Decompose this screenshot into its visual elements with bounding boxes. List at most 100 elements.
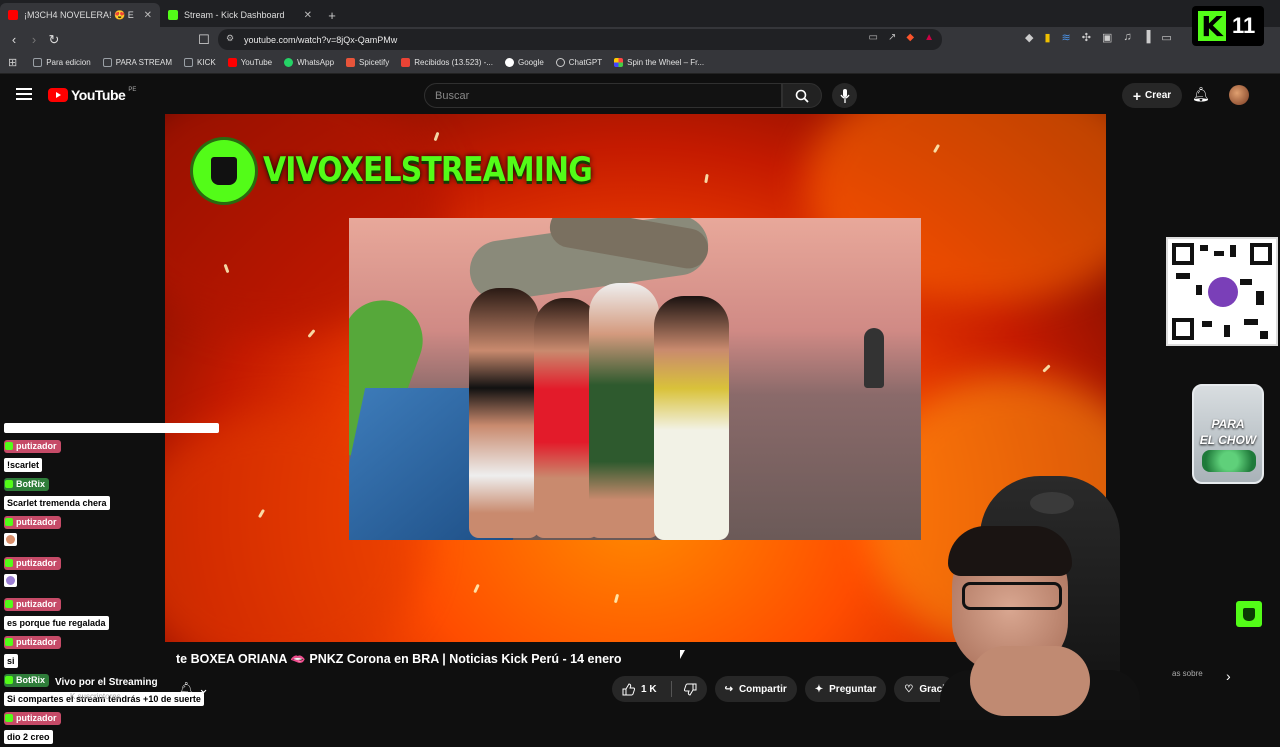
jar-coins-decoration [1202, 450, 1256, 472]
chat-message: BotRix Scarlet tremenda chera [4, 475, 224, 512]
folder-icon [33, 58, 43, 67]
kick-favicon-icon [168, 10, 178, 20]
cast-icon[interactable]: ▭ [869, 32, 878, 43]
forward-icon[interactable]: › [24, 30, 44, 50]
voice-search-button[interactable] [832, 83, 857, 108]
site-info-icon[interactable]: ⚙ [226, 33, 234, 44]
related-chip-label[interactable]: as sobre [1172, 669, 1203, 678]
pot-icon [211, 157, 237, 185]
youtube-play-icon [48, 88, 68, 102]
channel-logo [193, 140, 255, 202]
back-icon[interactable]: ‹ [4, 30, 24, 50]
avatar[interactable] [1229, 85, 1249, 105]
extension-icon[interactable]: ◆ [1025, 31, 1033, 44]
chat-text: si [4, 654, 18, 668]
person-figure [864, 328, 884, 388]
rewards-icon[interactable]: ▲ [924, 32, 934, 43]
chat-username: putizador [4, 515, 61, 529]
subscribe-bell-icon[interactable]: 🔔︎ ⌄ [178, 681, 209, 697]
youtube-logo[interactable]: YouTube PE [48, 87, 136, 103]
ask-button[interactable]: ✦ Preguntar [804, 676, 887, 702]
extension-icon[interactable]: ▣ [1102, 31, 1112, 44]
hamburger-menu-icon[interactable] [16, 88, 32, 100]
chat-username: putizador [4, 597, 61, 611]
streamer-webcam [900, 470, 1175, 720]
media-icon[interactable]: ♫ [1123, 31, 1131, 44]
close-tab-icon[interactable]: ✕ [144, 10, 152, 21]
bookmark-item[interactable]: ChatGPT [550, 58, 608, 67]
new-tab-icon[interactable]: + [320, 3, 344, 27]
kick-overlay-icon [1236, 601, 1262, 627]
bookmarks-bar: ⊞ Para edicion PARA STREAM KICK YouTube … [0, 52, 1280, 74]
chat-message: putizador es porque fue regalada [4, 595, 224, 632]
chat-text: !scarlet [4, 458, 43, 472]
browser-tab-bar: ¡M3CH4 NOVELERA! 😍 E ✕ Stream - Kick Das… [0, 0, 1280, 27]
search-button[interactable] [782, 83, 822, 108]
notifications-bell-icon[interactable]: 🔔︎ [1192, 86, 1210, 103]
tab-kick-dashboard[interactable]: Stream - Kick Dashboard ✕ [160, 3, 320, 27]
bookmark-page-icon[interactable]: ☐ [194, 30, 214, 50]
chat-username: putizador [4, 711, 61, 725]
chat-message: putizador [4, 554, 224, 594]
tab-title: Stream - Kick Dashboard [184, 10, 285, 20]
like-button[interactable]: 1 K [612, 676, 707, 702]
chat-username: BotRix [4, 477, 49, 491]
search-icon [795, 89, 809, 103]
extension-icon[interactable]: ▮ [1044, 31, 1050, 44]
spicetify-icon [346, 58, 356, 67]
glasses-icon [962, 582, 1062, 610]
yape-qr-code [1166, 237, 1278, 346]
chevron-right-icon[interactable]: › [1226, 668, 1231, 684]
mouse-cursor-icon [680, 650, 685, 659]
channel-name[interactable]: Vivo por el Streaming [55, 677, 158, 688]
youtube-header: YouTube PE Buscar + Crear 🔔︎ [0, 76, 1280, 114]
whatsapp-icon [284, 58, 294, 67]
bookmark-item[interactable]: Spicetify [340, 58, 395, 67]
donation-jar: PARA EL CHOW [1192, 384, 1264, 484]
ember-decoration [613, 593, 620, 604]
sidebar-icon[interactable]: ▐ [1143, 31, 1151, 44]
chat-username: putizador [4, 635, 61, 649]
share-icon[interactable]: ↗ [888, 32, 896, 43]
bookmark-item[interactable]: YouTube [222, 58, 278, 67]
extension-icon[interactable]: ≋ [1062, 31, 1071, 44]
reload-icon[interactable]: ↻ [44, 30, 64, 50]
extension-icon[interactable]: ▭ [1161, 31, 1171, 44]
chat-text: Scarlet tremenda chera [4, 496, 110, 510]
share-button[interactable]: ↪ Compartir [714, 676, 797, 702]
bookmark-item[interactable]: KICK [178, 58, 222, 67]
chat-username: putizador [4, 556, 61, 570]
gmail-icon [401, 58, 411, 67]
bookmark-item[interactable]: WhatsApp [278, 58, 340, 67]
chat-message: putizador !scarlet [4, 437, 224, 474]
microphone-icon [839, 88, 850, 103]
bookmark-item[interactable]: Para edicion [27, 58, 96, 67]
puzzle-icon[interactable]: ✣ [1082, 31, 1091, 44]
create-button[interactable]: + Crear [1122, 83, 1182, 108]
video-title: te BOXEA ORIANA 🫦 PNKZ Corona en BRA | N… [176, 652, 622, 666]
address-bar[interactable]: ⚙ youtube.com/watch?v=8jQx-QamPMw ▭ ↗ ◆ … [218, 29, 942, 50]
bookmark-item[interactable]: Google [499, 58, 550, 67]
jar-label: PARA EL CHOW [1199, 417, 1257, 447]
person-figure [589, 283, 659, 538]
chatgpt-icon [555, 58, 565, 67]
yape-logo-icon [1208, 277, 1238, 307]
apps-grid-icon[interactable]: ⊞ [8, 56, 17, 69]
folder-icon [102, 58, 112, 67]
ember-decoration [433, 131, 440, 142]
close-tab-icon[interactable]: ✕ [304, 10, 312, 21]
person-figure [654, 296, 729, 540]
ember-decoration [1042, 364, 1051, 373]
tab-youtube[interactable]: ¡M3CH4 NOVELERA! 😍 E ✕ [0, 3, 160, 27]
brave-shield-icon[interactable]: ◆ [906, 32, 914, 43]
chat-emote-icon [4, 533, 17, 546]
tab-title: ¡M3CH4 NOVELERA! 😍 E [24, 9, 134, 20]
youtube-icon [227, 58, 237, 67]
url-text: youtube.com/watch?v=8jQx-QamPMw [244, 34, 398, 45]
bookmark-item[interactable]: PARA STREAM [97, 58, 178, 67]
bookmark-item[interactable]: Recibidos (13.523) -... [395, 58, 499, 67]
search-input[interactable]: Buscar [424, 83, 782, 108]
thumbs-down-icon[interactable] [683, 683, 697, 696]
chat-emote-icon [4, 574, 17, 587]
bookmark-item[interactable]: Spin the Wheel – Fr... [608, 58, 710, 67]
